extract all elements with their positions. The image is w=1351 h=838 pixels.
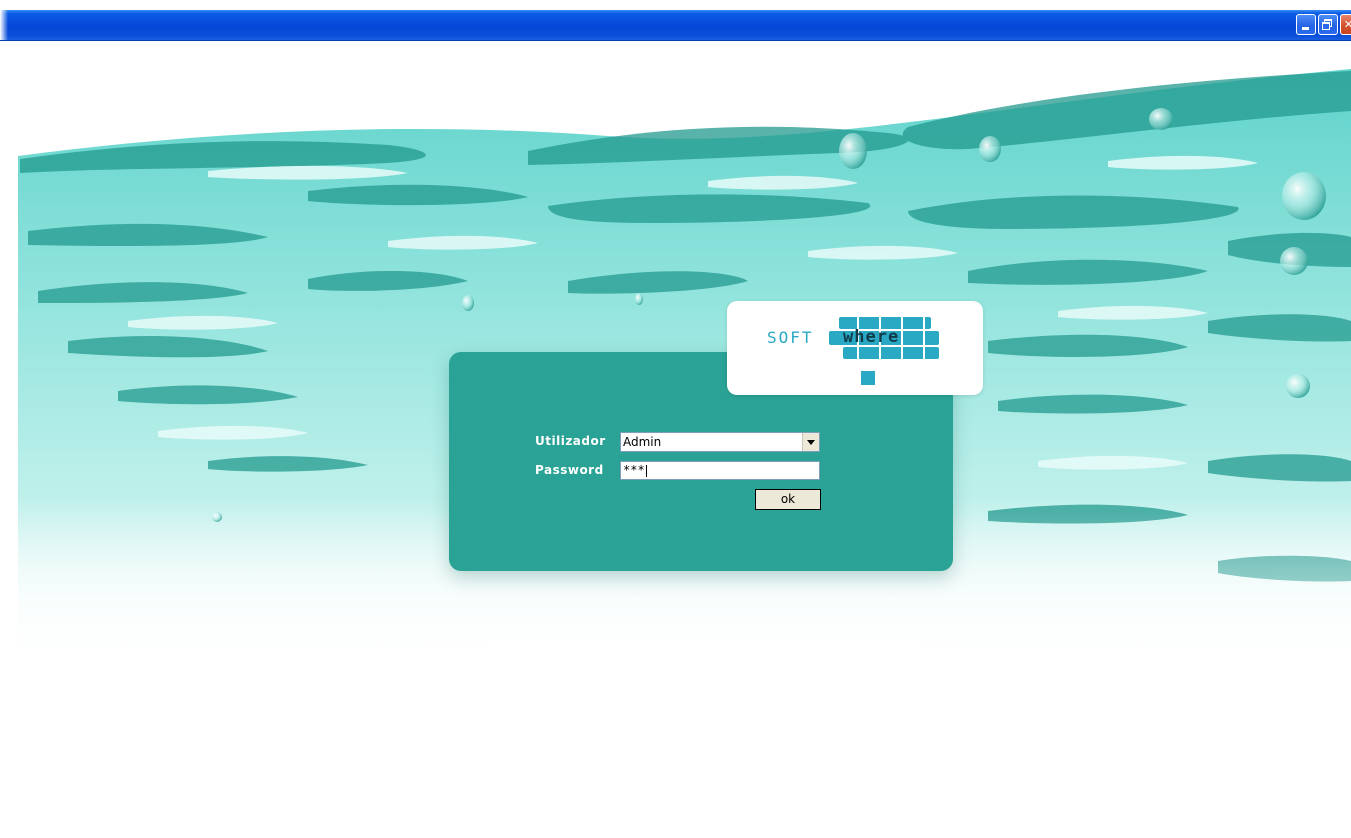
restore-icon-back (1322, 22, 1330, 30)
minimize-icon (1302, 27, 1309, 30)
app-window: ✕ SOFT where Utilizador Admin Password *… (0, 0, 1351, 838)
logo-soft-text: SOFT (767, 328, 814, 347)
password-label: Password (535, 463, 604, 477)
softwhere-logo: SOFT where (727, 301, 983, 395)
close-button[interactable]: ✕ (1340, 14, 1351, 35)
login-screen: SOFT where Utilizador Admin Password ***… (8, 41, 1351, 838)
username-select[interactable]: Admin (620, 432, 820, 452)
ok-button[interactable]: ok (755, 489, 821, 510)
username-label: Utilizador (535, 434, 606, 448)
titlebar-edge (0, 10, 8, 40)
password-input[interactable]: *** (620, 461, 820, 480)
password-input-value: *** (623, 463, 645, 477)
text-caret (645, 464, 647, 477)
chevron-down-icon (807, 440, 815, 445)
username-select-value: Admin (623, 435, 662, 449)
minimize-button[interactable] (1296, 14, 1316, 35)
username-dropdown-button[interactable] (802, 433, 819, 451)
logo-where-text: where (843, 327, 899, 347)
logo-graphic: SOFT where (767, 317, 939, 385)
restore-button[interactable] (1318, 14, 1338, 35)
close-icon: ✕ (1343, 18, 1351, 31)
window-titlebar[interactable] (0, 10, 1351, 41)
